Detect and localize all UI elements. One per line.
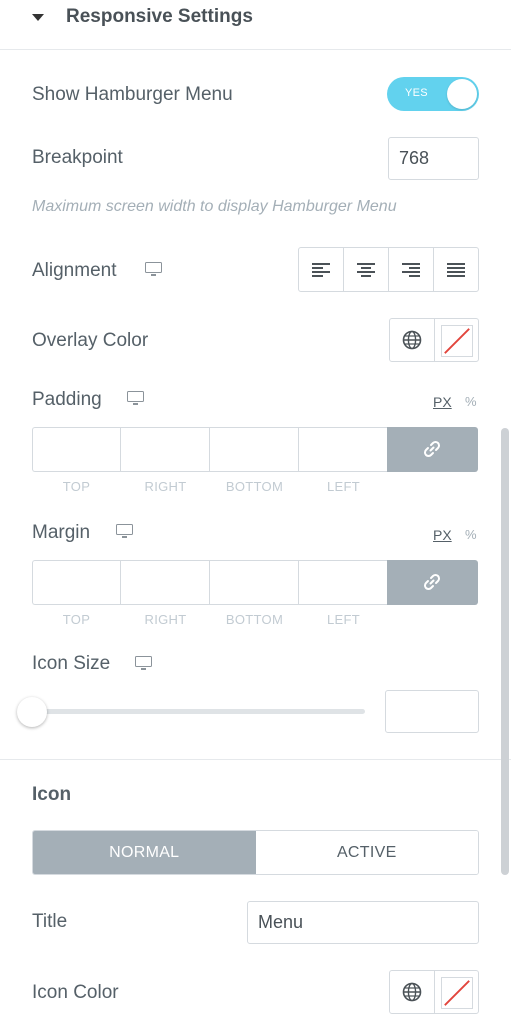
margin-bottom-input[interactable] [209,560,298,605]
icon-size-slider-track[interactable] [32,709,365,714]
breakpoint-description: Maximum screen width to display Hamburge… [32,198,397,215]
padding-unit-px[interactable]: PX [433,394,452,410]
icon-heading: Icon [32,784,72,805]
overlay-color-control [389,318,479,362]
align-justify-button[interactable] [434,248,478,291]
margin-unit-percent[interactable]: % [465,527,477,542]
icon-global-colors-button[interactable] [390,971,435,1013]
align-right-button[interactable] [389,248,434,291]
align-center-button[interactable] [344,248,389,291]
desktop-monitor-icon[interactable] [127,391,144,405]
padding-left-label: LEFT [327,479,360,494]
margin-link-button[interactable] [387,560,478,605]
icon-color-control [389,970,479,1014]
globe-icon [402,330,422,350]
title-value: Menu [258,912,304,932]
icon-size-label: Icon Size [32,653,111,674]
alignment-label: Alignment [32,260,117,281]
padding-left-input[interactable] [298,427,387,472]
margin-side-labels: TOP RIGHT BOTTOM LEFT [32,612,390,627]
link-icon [423,440,441,458]
link-icon [423,573,441,591]
toggle-knob [447,79,477,109]
padding-link-button[interactable] [387,427,478,472]
no-color-swatch-icon [441,325,473,357]
hamburger-toggle[interactable]: YES [387,77,479,111]
overlay-color-label: Overlay Color [32,330,149,351]
no-color-swatch-icon [441,977,473,1009]
caret-down-icon [32,14,44,21]
desktop-monitor-icon[interactable] [116,524,133,538]
margin-label: Margin [32,522,91,543]
padding-bottom-input[interactable] [209,427,298,472]
title-input[interactable]: Menu [247,901,479,944]
padding-label: Padding [32,389,102,410]
desktop-monitor-icon[interactable] [145,262,162,276]
overlay-global-colors-button[interactable] [390,319,435,361]
icon-color-picker[interactable] [435,971,478,1013]
margin-left-label: LEFT [327,612,360,627]
icon-size-slider-handle[interactable] [17,697,47,727]
section-divider [0,759,511,760]
icon-state-tabs: NORMAL ACTIVE [32,830,479,875]
icon-size-input[interactable] [385,690,479,733]
globe-icon [402,982,422,1002]
responsive-settings-header[interactable]: Responsive Settings [0,0,511,50]
alignment-control [298,247,479,292]
padding-dimensions [32,427,479,472]
section-title: Responsive Settings [66,6,253,27]
margin-right-input[interactable] [120,560,209,605]
align-left-button[interactable] [299,248,344,291]
breakpoint-value: 768 [399,148,430,168]
padding-top-input[interactable] [32,427,120,472]
margin-right-label: RIGHT [144,612,187,627]
desktop-monitor-icon[interactable] [135,656,152,670]
icon-color-label: Icon Color [32,982,119,1003]
margin-dimensions [32,560,479,605]
breakpoint-input[interactable]: 768 [388,137,479,180]
margin-unit-px[interactable]: PX [433,527,452,543]
align-center-icon [357,262,375,277]
margin-left-input[interactable] [298,560,387,605]
toggle-yes-text: YES [405,87,428,99]
align-left-icon [312,262,330,277]
margin-bottom-label: BOTTOM [225,612,284,627]
tab-active[interactable]: ACTIVE [255,831,478,874]
padding-bottom-label: BOTTOM [225,479,284,494]
padding-top-label: TOP [62,479,91,494]
align-justify-icon [447,262,465,277]
padding-unit-percent[interactable]: % [465,394,477,409]
tab-normal[interactable]: NORMAL [33,831,256,874]
overlay-color-picker[interactable] [435,319,478,361]
margin-top-label: TOP [62,612,91,627]
panel-scrollbar[interactable] [501,428,509,875]
padding-right-label: RIGHT [144,479,187,494]
show-hamburger-label: Show Hamburger Menu [32,84,233,105]
title-label: Title [32,911,68,932]
breakpoint-label: Breakpoint [32,147,123,168]
padding-right-input[interactable] [120,427,209,472]
padding-side-labels: TOP RIGHT BOTTOM LEFT [32,479,390,494]
align-right-icon [402,262,420,277]
margin-top-input[interactable] [32,560,120,605]
